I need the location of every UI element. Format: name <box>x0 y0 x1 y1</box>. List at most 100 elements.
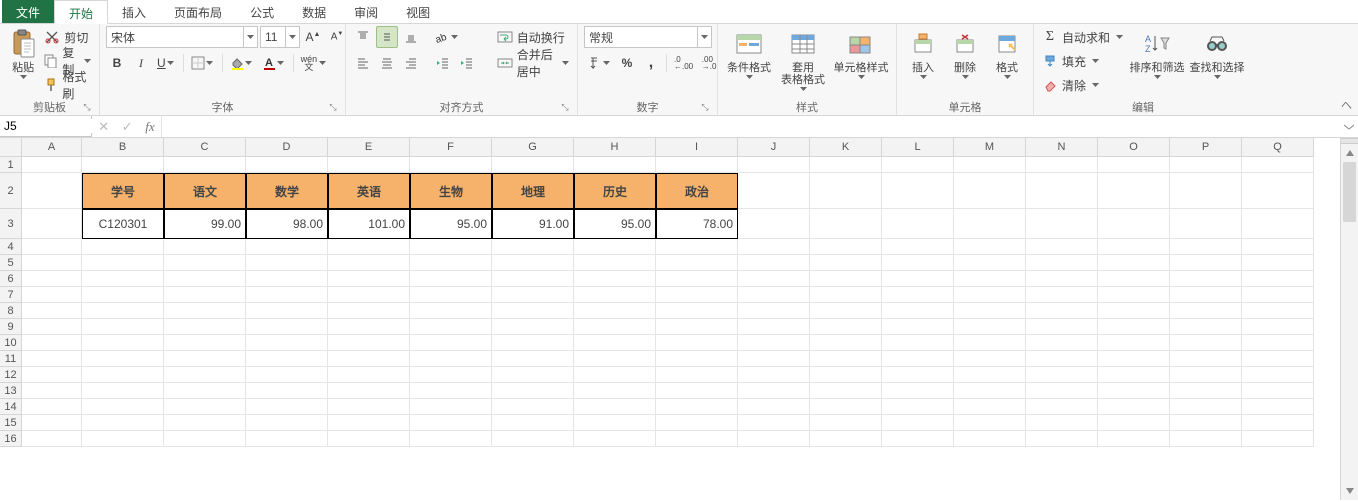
spreadsheet-grid[interactable]: ABCDEFGHIJKLMNOPQ12学号语文数学英语生物地理历史政治3C120… <box>0 138 1358 447</box>
column-header-M[interactable]: M <box>954 138 1026 157</box>
cell-M14[interactable] <box>954 399 1026 415</box>
cell-F3[interactable]: 95.00 <box>410 209 492 239</box>
cell-F13[interactable] <box>410 383 492 399</box>
cell-K9[interactable] <box>810 319 882 335</box>
cell-I8[interactable] <box>656 303 738 319</box>
cell-O11[interactable] <box>1098 351 1170 367</box>
delete-cells-button[interactable]: 删除 <box>945 26 985 94</box>
cell-J7[interactable] <box>738 287 810 303</box>
cell-L11[interactable] <box>882 351 954 367</box>
cell-A4[interactable] <box>22 239 82 255</box>
expand-formula-bar-button[interactable] <box>1340 116 1358 137</box>
cell-K7[interactable] <box>810 287 882 303</box>
cell-O10[interactable] <box>1098 335 1170 351</box>
cell-K6[interactable] <box>810 271 882 287</box>
cell-N4[interactable] <box>1026 239 1098 255</box>
cell-K4[interactable] <box>810 239 882 255</box>
cell-J2[interactable] <box>738 173 810 209</box>
cell-M11[interactable] <box>954 351 1026 367</box>
cell-F15[interactable] <box>410 415 492 431</box>
cell-D8[interactable] <box>246 303 328 319</box>
bold-button[interactable]: B <box>106 52 128 74</box>
cell-D11[interactable] <box>246 351 328 367</box>
cell-J10[interactable] <box>738 335 810 351</box>
column-header-I[interactable]: I <box>656 138 738 157</box>
cell-H6[interactable] <box>574 271 656 287</box>
cell-H8[interactable] <box>574 303 656 319</box>
cell-H10[interactable] <box>574 335 656 351</box>
cell-K11[interactable] <box>810 351 882 367</box>
cell-G15[interactable] <box>492 415 574 431</box>
align-center-button[interactable] <box>376 52 398 74</box>
cell-E12[interactable] <box>328 367 410 383</box>
cell-N13[interactable] <box>1026 383 1098 399</box>
chevron-down-icon[interactable] <box>205 61 215 65</box>
cell-P1[interactable] <box>1170 157 1242 173</box>
row-header-14[interactable]: 14 <box>0 399 22 415</box>
cell-L12[interactable] <box>882 367 954 383</box>
cell-B3[interactable]: C120301 <box>82 209 164 239</box>
cell-L2[interactable] <box>882 173 954 209</box>
cell-J1[interactable] <box>738 157 810 173</box>
cell-A1[interactable] <box>22 157 82 173</box>
cell-G14[interactable] <box>492 399 574 415</box>
cell-K8[interactable] <box>810 303 882 319</box>
scroll-up-button[interactable] <box>1341 144 1358 162</box>
cell-F2[interactable]: 生物 <box>410 173 492 209</box>
cell-P12[interactable] <box>1170 367 1242 383</box>
cell-Q5[interactable] <box>1242 255 1314 271</box>
cell-G9[interactable] <box>492 319 574 335</box>
cell-C2[interactable]: 语文 <box>164 173 246 209</box>
column-header-G[interactable]: G <box>492 138 574 157</box>
conditional-format-button[interactable]: 条件格式 <box>724 26 774 94</box>
cell-H15[interactable] <box>574 415 656 431</box>
cell-C14[interactable] <box>164 399 246 415</box>
cell-Q11[interactable] <box>1242 351 1314 367</box>
cell-N1[interactable] <box>1026 157 1098 173</box>
cell-A11[interactable] <box>22 351 82 367</box>
cell-J14[interactable] <box>738 399 810 415</box>
cell-N8[interactable] <box>1026 303 1098 319</box>
cell-B6[interactable] <box>82 271 164 287</box>
cell-N5[interactable] <box>1026 255 1098 271</box>
cell-O7[interactable] <box>1098 287 1170 303</box>
column-header-C[interactable]: C <box>164 138 246 157</box>
row-header-16[interactable]: 16 <box>0 431 22 447</box>
cell-K5[interactable] <box>810 255 882 271</box>
cell-C1[interactable] <box>164 157 246 173</box>
cell-H4[interactable] <box>574 239 656 255</box>
align-middle-button[interactable] <box>376 26 398 48</box>
cell-M4[interactable] <box>954 239 1026 255</box>
cell-E5[interactable] <box>328 255 410 271</box>
column-header-H[interactable]: H <box>574 138 656 157</box>
align-right-button[interactable] <box>400 52 422 74</box>
cell-F8[interactable] <box>410 303 492 319</box>
cell-G2[interactable]: 地理 <box>492 173 574 209</box>
cell-D2[interactable]: 数学 <box>246 173 328 209</box>
cell-I15[interactable] <box>656 415 738 431</box>
cell-G11[interactable] <box>492 351 574 367</box>
cell-D9[interactable] <box>246 319 328 335</box>
cell-B7[interactable] <box>82 287 164 303</box>
cell-P9[interactable] <box>1170 319 1242 335</box>
cell-A5[interactable] <box>22 255 82 271</box>
enter-formula-button[interactable]: ✓ <box>122 119 133 135</box>
cell-I7[interactable] <box>656 287 738 303</box>
chevron-down-icon[interactable] <box>244 61 254 65</box>
cell-Q10[interactable] <box>1242 335 1314 351</box>
autosum-button[interactable]: Σ 自动求和 <box>1040 26 1126 48</box>
cell-A16[interactable] <box>22 431 82 447</box>
cell-K13[interactable] <box>810 383 882 399</box>
cell-B4[interactable] <box>82 239 164 255</box>
column-header-A[interactable]: A <box>22 138 82 157</box>
cell-G7[interactable] <box>492 287 574 303</box>
cell-G10[interactable] <box>492 335 574 351</box>
cell-A14[interactable] <box>22 399 82 415</box>
cell-D15[interactable] <box>246 415 328 431</box>
cell-H11[interactable] <box>574 351 656 367</box>
cell-C12[interactable] <box>164 367 246 383</box>
cell-A2[interactable] <box>22 173 82 209</box>
find-select-button[interactable]: 查找和选择 <box>1188 26 1246 94</box>
tab-formulas[interactable]: 公式 <box>236 0 288 23</box>
cell-Q6[interactable] <box>1242 271 1314 287</box>
